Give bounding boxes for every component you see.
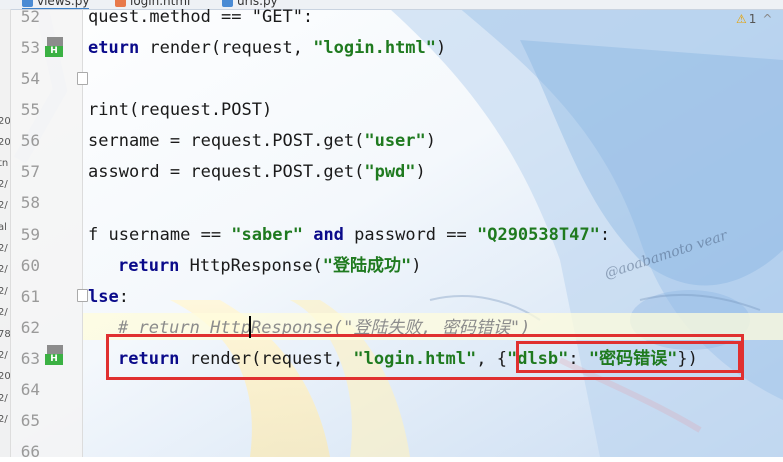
line-number: 52 (20, 7, 40, 26)
warning-triangle-icon: ⚠ (736, 12, 747, 26)
sidebar-fragment: 2/ (0, 414, 8, 425)
code-line[interactable]: lse: (88, 284, 129, 310)
sidebar-fragment: 2/ (0, 286, 8, 297)
line-number: 57 (20, 162, 40, 181)
code-line[interactable]: eturn render(request, "login.html") (88, 35, 446, 61)
sidebar-fragment: 2/ (0, 243, 8, 254)
line-number: 62 (20, 318, 40, 337)
text-caret (249, 316, 251, 338)
code-line[interactable]: quest.method == "GET": (88, 4, 313, 30)
line-number: 54 (20, 69, 40, 88)
sidebar-fragment: 2/ (0, 393, 8, 404)
vcs-change-marker[interactable]: H (44, 345, 64, 365)
line-number: 66 (20, 442, 40, 461)
sidebar-fragment: 78 (0, 329, 11, 340)
python-file-icon (22, 0, 33, 7)
line-number: 53 (20, 38, 40, 57)
code-line[interactable]: assword = request.POST.get("pwd") (88, 159, 426, 185)
line-number: 64 (20, 380, 40, 399)
sidebar-fragment: 2/ (0, 179, 8, 190)
line-number: 60 (20, 256, 40, 275)
vcs-change-marker[interactable]: H (44, 37, 64, 57)
annotation-box-context-dict (516, 341, 741, 373)
line-number: 56 (20, 131, 40, 150)
line-number: 55 (20, 100, 40, 119)
code-line[interactable]: sername = request.POST.get("user") (88, 128, 436, 154)
sidebar-fragment: 2/ (0, 307, 8, 318)
code-line[interactable]: return HttpResponse("登陆成功") (118, 253, 421, 279)
project-panel-edge[interactable]: 20 20 tn 2/ 2/ al 2/ 2/ 2/ 2/ 78 2/ 20 2… (0, 9, 11, 457)
sidebar-fragment: 20 (0, 371, 11, 382)
line-number: 59 (20, 225, 40, 244)
code-line[interactable]: f username == "saber" and password == "Q… (88, 222, 610, 248)
line-number: 63 (20, 349, 40, 368)
sidebar-fragment: 2/ (0, 350, 8, 361)
sidebar-fragment: al (0, 222, 7, 233)
fold-marker-icon[interactable] (77, 289, 88, 302)
sidebar-fragment: 20 (0, 116, 11, 127)
chevron-up-icon[interactable]: ^ (762, 12, 772, 26)
tab-label: views.py (37, 0, 90, 8)
sidebar-fragment: 2/ (0, 200, 8, 211)
line-number: 65 (20, 411, 40, 430)
code-line[interactable]: rint(request.POST) (88, 97, 272, 123)
line-number: 61 (20, 287, 40, 306)
sidebar-fragment: 20 (0, 137, 11, 148)
inspection-indicator[interactable]: ⚠ 1 ^ (736, 12, 772, 26)
line-number: 58 (20, 193, 40, 212)
sidebar-fragment: 2/ (0, 264, 8, 275)
fold-marker-icon[interactable] (77, 72, 88, 85)
sidebar-fragment: tn (0, 158, 9, 169)
